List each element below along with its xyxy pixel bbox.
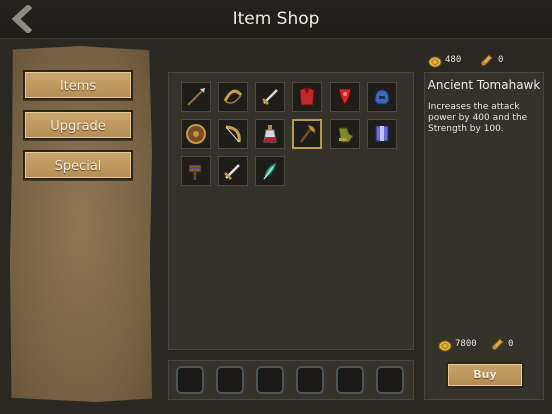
item-slot[interactable]	[181, 82, 211, 112]
item-slot[interactable]	[218, 156, 248, 186]
curved-bow-icon	[225, 125, 241, 143]
page-title: Item Shop	[232, 9, 320, 29]
item-slot[interactable]	[218, 82, 248, 112]
item-slot[interactable]	[367, 82, 397, 112]
item-slot[interactable]	[181, 119, 211, 149]
scroll-token-icon	[480, 52, 494, 71]
potion-flask-icon	[263, 125, 277, 143]
dagger-icon	[262, 89, 278, 105]
item-slot[interactable]	[255, 156, 285, 186]
buy-button[interactable]: Buy	[446, 362, 524, 388]
item-slot[interactable]	[330, 119, 360, 149]
item-slot[interactable]	[330, 82, 360, 112]
inventory-slot[interactable]	[216, 366, 244, 394]
war-hammer-icon	[188, 164, 202, 180]
gem-amount: 0	[498, 55, 504, 65]
tab-items[interactable]: Items	[23, 70, 133, 100]
tomahawk-icon	[299, 124, 316, 143]
item-slot[interactable]	[367, 119, 397, 149]
tab-special[interactable]: Special	[23, 150, 133, 180]
gold-coin-icon	[438, 337, 452, 356]
item-slot[interactable]	[292, 82, 322, 112]
bow-icon	[223, 89, 243, 104]
item-name: Ancient Tomahawk	[427, 78, 541, 92]
red-gem-amulet-icon	[338, 88, 352, 107]
item-slot[interactable]	[255, 119, 285, 149]
gold-coin-icon	[428, 53, 442, 72]
spear-icon	[187, 88, 205, 106]
blue-armor-icon	[375, 125, 389, 142]
item-grid-panel	[168, 72, 414, 350]
tab-upgrade[interactable]: Upgrade	[23, 110, 133, 140]
red-armor-icon	[299, 87, 315, 106]
gold-amount: 480	[445, 55, 462, 65]
price-gold: 7800	[455, 339, 477, 349]
item-slot[interactable]	[255, 82, 285, 112]
item-slot-selected[interactable]	[292, 119, 322, 149]
round-shield-icon	[186, 124, 206, 144]
item-slot[interactable]	[218, 119, 248, 149]
green-feather-icon	[263, 162, 277, 180]
inventory-slot[interactable]	[336, 366, 364, 394]
sword-icon	[224, 164, 240, 180]
item-description: Increases the attack power by 400 and th…	[428, 102, 528, 134]
price-gems: 0	[508, 339, 514, 349]
inventory-slot[interactable]	[176, 366, 204, 394]
green-gloves-icon	[338, 127, 354, 143]
scroll-token-icon	[491, 336, 505, 355]
item-slot[interactable]	[181, 156, 211, 186]
blue-helmet-icon	[374, 89, 390, 105]
inventory-slot[interactable]	[256, 366, 284, 394]
inventory-slot[interactable]	[376, 366, 404, 394]
inventory-slot[interactable]	[296, 366, 324, 394]
